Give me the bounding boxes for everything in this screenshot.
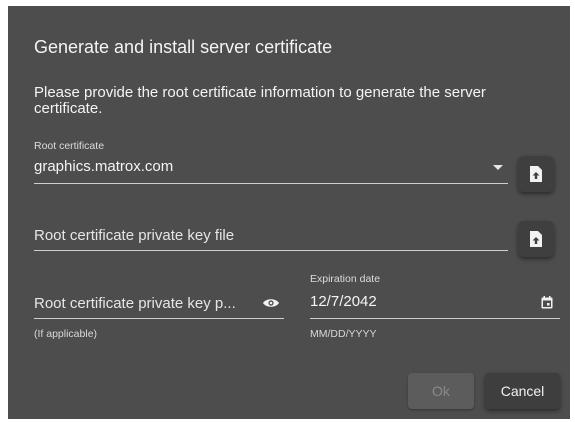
certificate-dialog: Generate and install server certificate … [8, 6, 570, 419]
expiration-date-hint: MM/DD/YYYY [310, 328, 377, 340]
eye-icon[interactable] [262, 296, 280, 310]
private-key-password-input[interactable]: Root certificate private key p... [34, 295, 236, 312]
expiration-date-label: Expiration date [310, 273, 381, 285]
expiration-date-underline [310, 318, 560, 319]
upload-file-icon [530, 231, 542, 247]
private-key-upload-button[interactable] [518, 221, 554, 257]
calendar-icon[interactable] [541, 296, 553, 309]
private-key-file-input[interactable]: Root certificate private key file [34, 227, 234, 244]
ok-button[interactable]: Ok [408, 373, 474, 409]
upload-file-icon [530, 166, 542, 182]
expiration-date-input[interactable]: 12/7/2042 [310, 293, 377, 310]
dialog-description: Please provide the root certificate info… [34, 84, 486, 117]
dialog-title: Generate and install server certificate [34, 37, 333, 57]
root-certificate-underline [34, 183, 508, 184]
chevron-down-icon[interactable] [493, 165, 503, 170]
cancel-button[interactable]: Cancel [485, 373, 560, 409]
private-key-password-hint: (If applicable) [34, 328, 98, 340]
root-certificate-value[interactable]: graphics.matrox.com [34, 158, 173, 175]
private-key-file-underline [34, 250, 508, 251]
root-certificate-upload-button[interactable] [518, 156, 554, 192]
private-key-password-underline [34, 318, 284, 319]
root-certificate-label: Root certificate [34, 140, 105, 152]
